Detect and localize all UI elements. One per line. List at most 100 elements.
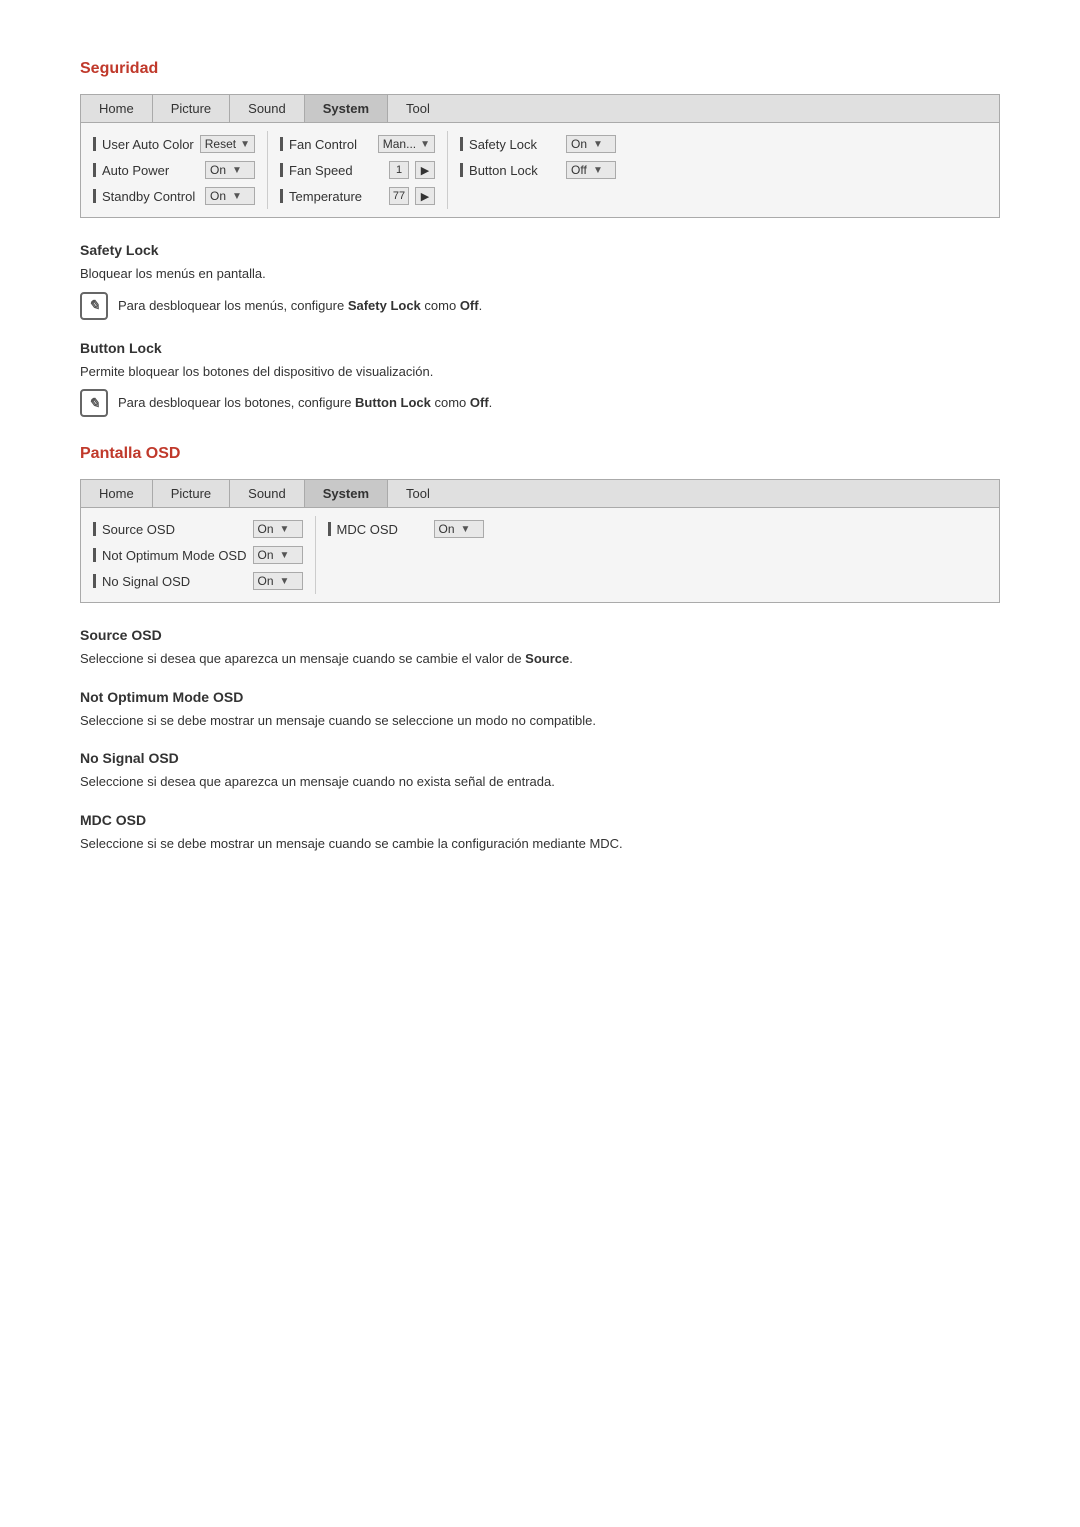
seguridad-menu-body: User Auto Color Reset ▼ Auto Power: [81, 123, 999, 217]
fan-control-select[interactable]: Man... ▼: [378, 135, 435, 153]
safety-lock-select[interactable]: On ▼: [566, 135, 616, 153]
not-optimum-select[interactable]: On ▼: [253, 546, 303, 564]
safety-lock-note-box: ✎ Para desbloquear los menús, configure …: [80, 292, 1000, 320]
button-lock-label: Button Lock: [469, 163, 538, 178]
user-auto-color-select[interactable]: Reset ▼: [200, 135, 255, 153]
seg-row-fan-control: Fan Control Man... ▼: [280, 131, 435, 157]
seg-row-temperature: Temperature 77 ▶: [280, 183, 435, 209]
bar-icon: [93, 522, 96, 536]
auto-power-select[interactable]: On ▼: [205, 161, 255, 179]
osd-col-2: MDC OSD On ▼: [316, 516, 496, 594]
osd-row-not-optimum: Not Optimum Mode OSD On ▼: [93, 542, 303, 568]
tab-tool-osd[interactable]: Tool: [388, 480, 448, 507]
standby-control-label: Standby Control: [102, 189, 195, 204]
tab-picture-osd[interactable]: Picture: [153, 480, 230, 507]
safety-lock-label: Safety Lock: [469, 137, 537, 152]
temperature-nav[interactable]: ▶: [415, 187, 435, 205]
not-optimum-section: Not Optimum Mode OSD Seleccione si se de…: [80, 689, 1000, 731]
tab-home-osd[interactable]: Home: [81, 480, 153, 507]
source-osd-subtitle: Source OSD: [80, 627, 1000, 643]
no-signal-desc: Seleccione si desea que aparezca un mens…: [80, 772, 1000, 792]
seg-row-user-auto-color: User Auto Color Reset ▼: [93, 131, 255, 157]
tab-picture-seg[interactable]: Picture: [153, 95, 230, 122]
bar-icon: [93, 163, 96, 177]
mdc-osd-label: MDC OSD: [337, 522, 398, 537]
seguridad-title: Seguridad: [80, 60, 1000, 78]
bar-icon: [328, 522, 331, 536]
no-signal-label: No Signal OSD: [102, 574, 190, 589]
bar-icon: [280, 189, 283, 203]
mdc-osd-select[interactable]: On ▼: [434, 520, 484, 538]
source-osd-section: Source OSD Seleccione si desea que apare…: [80, 627, 1000, 669]
tab-tool-seg[interactable]: Tool: [388, 95, 448, 122]
not-optimum-label: Not Optimum Mode OSD: [102, 548, 247, 563]
bar-icon: [93, 189, 96, 203]
select-arrow: ▼: [461, 524, 479, 535]
temperature-value: 77: [389, 187, 409, 205]
not-optimum-subtitle: Not Optimum Mode OSD: [80, 689, 1000, 705]
osd-col-1: Source OSD On ▼ Not Optimum Mode OSD: [81, 516, 316, 594]
fan-speed-label: Fan Speed: [289, 163, 353, 178]
select-arrow: ▼: [232, 165, 250, 176]
select-arrow: ▼: [593, 139, 611, 150]
select-arrow: ▼: [420, 139, 430, 150]
osd-row-mdc: MDC OSD On ▼: [328, 516, 484, 542]
tab-system-osd[interactable]: System: [305, 480, 388, 507]
seg-row-standby-control: Standby Control On ▼: [93, 183, 255, 209]
tab-home-seg[interactable]: Home: [81, 95, 153, 122]
button-lock-section: Button Lock Permite bloquear los botones…: [80, 340, 1000, 418]
select-arrow: ▼: [280, 550, 298, 561]
mdc-osd-subtitle: MDC OSD: [80, 812, 1000, 828]
seg-row-fan-speed: Fan Speed 1 ▶: [280, 157, 435, 183]
button-lock-note-box: ✎ Para desbloquear los botones, configur…: [80, 389, 1000, 417]
note-icon-button: ✎: [80, 389, 108, 417]
tab-sound-osd[interactable]: Sound: [230, 480, 305, 507]
seg-col-1: User Auto Color Reset ▼ Auto Power: [81, 131, 268, 209]
osd-row-source: Source OSD On ▼: [93, 516, 303, 542]
safety-lock-subtitle: Safety Lock: [80, 242, 1000, 258]
bar-icon: [280, 163, 283, 177]
bar-icon: [460, 137, 463, 151]
button-lock-select[interactable]: Off ▼: [566, 161, 616, 179]
button-lock-subtitle: Button Lock: [80, 340, 1000, 356]
bar-icon: [460, 163, 463, 177]
seg-row-auto-power: Auto Power On ▼: [93, 157, 255, 183]
bar-icon: [93, 548, 96, 562]
source-osd-select[interactable]: On ▼: [253, 520, 303, 538]
select-arrow: ▼: [240, 139, 250, 150]
osd-menu-table: Home Picture Sound System Tool Source OS…: [80, 479, 1000, 603]
button-lock-desc: Permite bloquear los botones del disposi…: [80, 362, 1000, 382]
seg-row-button-lock: Button Lock Off ▼: [460, 157, 616, 183]
fan-speed-value: 1: [389, 161, 409, 179]
no-signal-select[interactable]: On ▼: [253, 572, 303, 590]
safety-lock-section: Safety Lock Bloquear los menús en pantal…: [80, 242, 1000, 320]
tab-system-seg[interactable]: System: [305, 95, 388, 122]
pantalla-osd-title: Pantalla OSD: [80, 445, 1000, 463]
select-arrow: ▼: [280, 524, 298, 535]
seg-col-2: Fan Control Man... ▼ Fan Speed: [268, 131, 448, 209]
fan-control-label: Fan Control: [289, 137, 357, 152]
select-arrow: ▼: [593, 165, 611, 176]
select-arrow: ▼: [232, 191, 250, 202]
no-signal-subtitle: No Signal OSD: [80, 750, 1000, 766]
fan-speed-nav[interactable]: ▶: [415, 161, 435, 179]
tab-sound-seg[interactable]: Sound: [230, 95, 305, 122]
standby-control-select[interactable]: On ▼: [205, 187, 255, 205]
seguridad-tabs: Home Picture Sound System Tool: [81, 95, 999, 123]
osd-tabs: Home Picture Sound System Tool: [81, 480, 999, 508]
no-signal-section: No Signal OSD Seleccione si desea que ap…: [80, 750, 1000, 792]
note-icon-safety: ✎: [80, 292, 108, 320]
temperature-label: Temperature: [289, 189, 362, 204]
button-lock-note-text: Para desbloquear los botones, configure …: [118, 389, 492, 413]
osd-row-no-signal: No Signal OSD On ▼: [93, 568, 303, 594]
pantalla-osd-section: Pantalla OSD Home Picture Sound System T…: [80, 445, 1000, 853]
seg-col-3: Safety Lock On ▼ Button Lock: [448, 131, 628, 209]
seg-row-safety-lock: Safety Lock On ▼: [460, 131, 616, 157]
mdc-osd-section: MDC OSD Seleccione si se debe mostrar un…: [80, 812, 1000, 854]
safety-lock-desc: Bloquear los menús en pantalla.: [80, 264, 1000, 284]
page-container: Seguridad Home Picture Sound System Tool…: [80, 60, 1000, 853]
seguridad-menu-table: Home Picture Sound System Tool User Auto…: [80, 94, 1000, 218]
bar-icon: [93, 574, 96, 588]
bar-icon: [280, 137, 283, 151]
user-auto-color-label: User Auto Color: [102, 137, 194, 152]
